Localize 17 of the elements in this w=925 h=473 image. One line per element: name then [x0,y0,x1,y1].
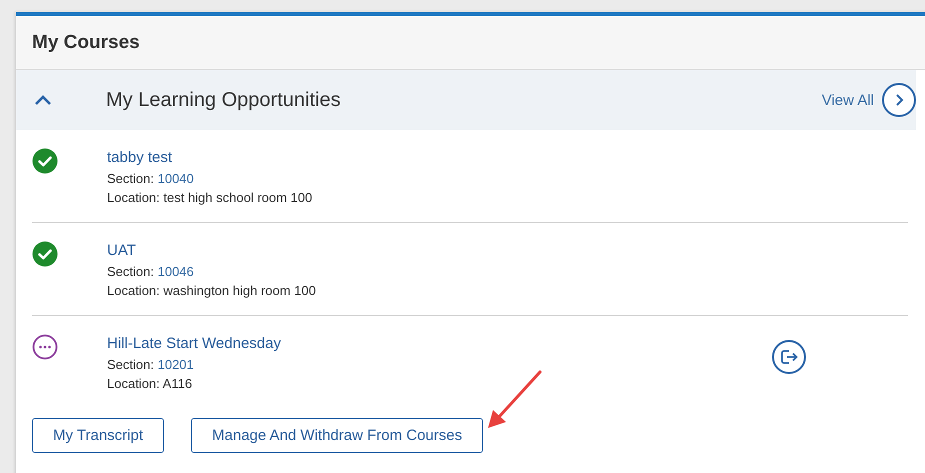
transcript-button[interactable]: My Transcript [32,418,164,453]
course-name-link[interactable]: tabby test [107,148,172,168]
course-location: Location: washington high room 100 [107,282,316,299]
course-name-link[interactable]: Hill-Late Start Wednesday [107,334,281,354]
course-location: Location: A116 [107,375,192,392]
course-location: Location: test high school room 100 [107,189,312,206]
course-section: Section: 10201 [107,356,194,373]
card-title: My Courses [32,32,140,54]
course-section: Section: 10046 [107,263,194,280]
exit-icon[interactable] [772,340,806,374]
chevron-right-icon[interactable] [882,83,916,117]
section-title: My Learning Opportunities [106,88,342,112]
withdraw-button[interactable]: Manage And Withdraw From Courses [191,418,484,453]
course-section: Section: 10040 [107,170,194,187]
view-all-link[interactable]: View All [822,92,874,108]
chevron-up-icon[interactable] [34,94,52,106]
course-name-link[interactable]: UAT [107,241,136,261]
